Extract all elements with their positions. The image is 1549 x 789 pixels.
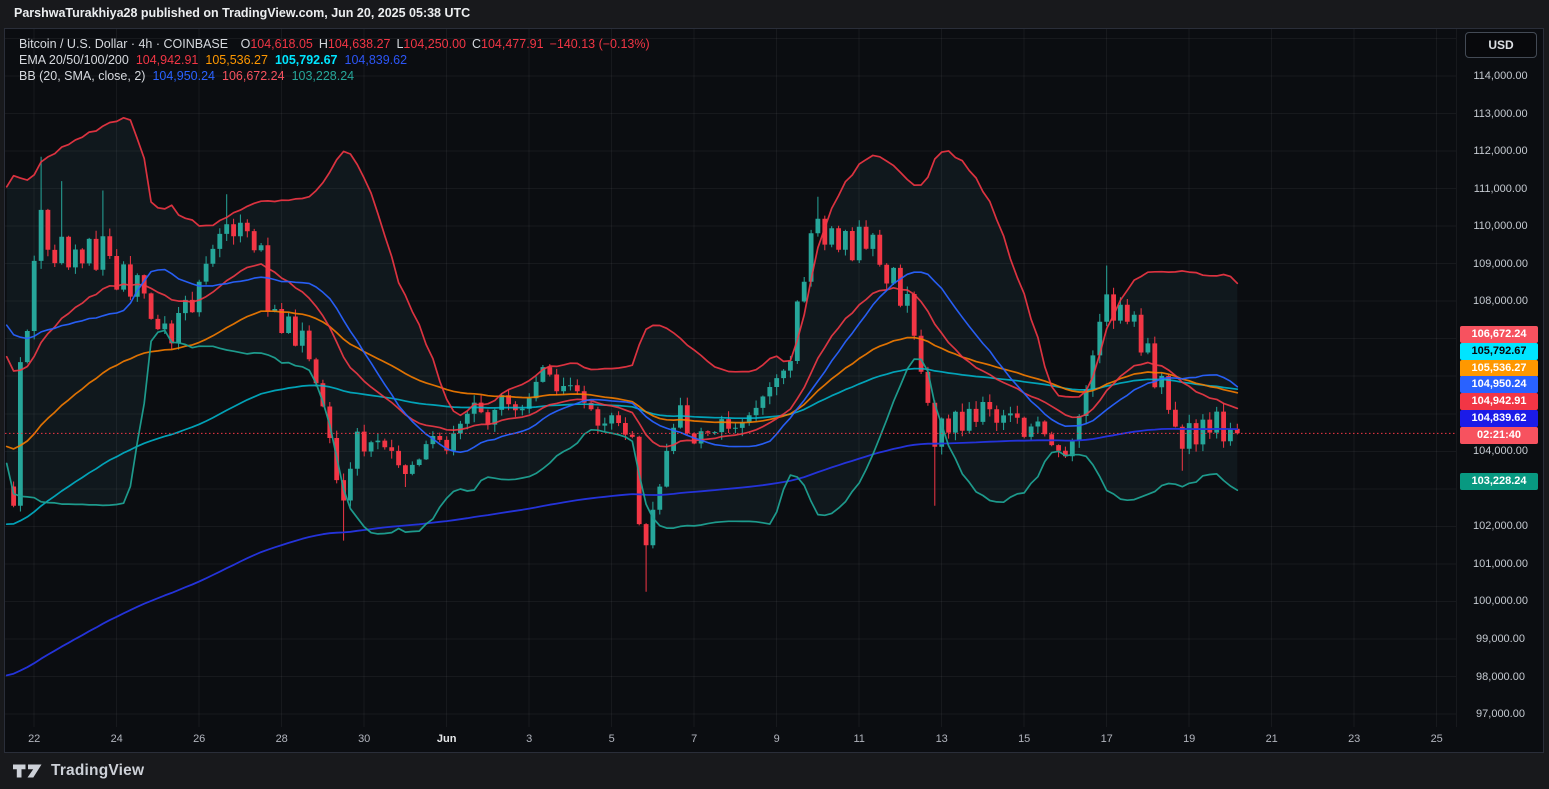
snapshot-header: ParshwaTurakhiya28 published on TradingV… <box>0 0 1549 28</box>
time-scale[interactable]: 22 24 26 28 30 Jun 3 5 7 9 11 13 15 17 19 21 23 25 <box>5 727 1456 752</box>
price-scale[interactable]: USD 114,000.00 113,000.00 112,000.00 111,00… <box>1456 29 1544 727</box>
ema-legend-value: 105,536.27 <box>205 53 268 67</box>
time-tick-label: 7 <box>672 733 716 745</box>
time-tick-label: Jun <box>425 733 469 745</box>
time-tick-label: 19 <box>1167 733 1211 745</box>
price-tick-label: 98,000.00 <box>1457 670 1544 684</box>
tradingview-brand-text[interactable]: TradingView <box>51 762 144 780</box>
time-tick-label: 30 <box>342 733 386 745</box>
ema100-price-label: 105,792.67 <box>1460 343 1538 360</box>
price-tick-label: 99,000.00 <box>1457 632 1544 646</box>
ohlc-value: 104,638.27 <box>328 37 391 51</box>
ema-legend-label: EMA 20/50/100/200 <box>19 53 129 67</box>
price-tick-label: 113,000.00 <box>1457 107 1544 121</box>
bb-lower-price-label: 103,228.24 <box>1460 473 1538 490</box>
price-tick-label: 110,000.00 <box>1457 219 1544 233</box>
tradingview-logo-icon[interactable] <box>13 763 42 779</box>
chart-panel: Bitcoin / U.S. Dollar · 4h · COINBASE O1… <box>4 28 1544 753</box>
price-tick-label: 101,000.00 <box>1457 557 1544 571</box>
price-tick-label: 97,000.00 <box>1457 707 1544 721</box>
ema-legend-value: 105,792.67 <box>275 53 338 67</box>
ema20-price-label: 104,942.91 <box>1460 393 1538 410</box>
price-chart[interactable] <box>5 29 1456 727</box>
symbol-legend-row[interactable]: Bitcoin / U.S. Dollar · 4h · COINBASE O1… <box>19 36 650 52</box>
time-tick-label: 5 <box>590 733 634 745</box>
currency-toggle-button[interactable]: USD <box>1465 32 1537 58</box>
price-tick-label: 108,000.00 <box>1457 294 1544 308</box>
countdown-label: 02:21:40 <box>1460 427 1538 444</box>
time-tick-label: 21 <box>1250 733 1294 745</box>
bb-legend-label: BB (20, SMA, close, 2) <box>19 69 145 83</box>
chart-legend: Bitcoin / U.S. Dollar · 4h · COINBASE O1… <box>19 36 650 85</box>
ohlc-letter: C <box>472 37 481 51</box>
time-tick-label: 3 <box>507 733 551 745</box>
time-tick-label: 13 <box>920 733 964 745</box>
ema200-price-label: 104,839.62 <box>1460 410 1538 427</box>
ohlc-letter: O <box>241 37 251 51</box>
bb-legend-value: 106,672.24 <box>222 69 285 83</box>
price-tick-label: 111,000.00 <box>1457 182 1544 196</box>
bb-legend-value: 104,950.24 <box>152 69 215 83</box>
price-tick-label: 109,000.00 <box>1457 257 1544 271</box>
price-tick-label: 102,000.00 <box>1457 519 1544 533</box>
time-tick-label: 24 <box>95 733 139 745</box>
time-tick-label: 28 <box>260 733 304 745</box>
price-tick-label: 104,000.00 <box>1457 444 1544 458</box>
bb-upper-price-label: 106,672.24 <box>1460 326 1538 343</box>
ema-legend-value: 104,839.62 <box>345 53 408 67</box>
footer-bar: TradingView <box>0 753 1549 789</box>
time-tick-label: 17 <box>1085 733 1129 745</box>
time-tick-label: 9 <box>755 733 799 745</box>
ohlc-value: 104,250.00 <box>403 37 466 51</box>
time-tick-label: 15 <box>1002 733 1046 745</box>
attribution-text: ParshwaTurakhiya28 published on TradingV… <box>14 6 470 20</box>
bb-basis-price-label: 104,950.24 <box>1460 376 1538 393</box>
ema-legend-value: 104,942.91 <box>136 53 199 67</box>
price-tick-label: 100,000.00 <box>1457 594 1544 608</box>
symbol-title: Bitcoin / U.S. Dollar · 4h · COINBASE <box>19 37 228 51</box>
price-tick-label: 112,000.00 <box>1457 144 1544 158</box>
ohlc-value: 104,618.05 <box>250 37 313 51</box>
time-tick-label: 25 <box>1415 733 1459 745</box>
time-tick-label: 26 <box>177 733 221 745</box>
bb-legend-value: 103,228.24 <box>292 69 355 83</box>
change-value: −140.13 (−0.13%) <box>550 37 650 51</box>
ohlc-value: 104,477.91 <box>481 37 544 51</box>
ohlc-letter: H <box>319 37 328 51</box>
bb-legend-row[interactable]: BB (20, SMA, close, 2) 104,950.24 106,672.… <box>19 68 650 84</box>
time-tick-label: 11 <box>837 733 881 745</box>
ema50-price-label: 105,536.27 <box>1460 360 1538 377</box>
time-tick-label: 22 <box>12 733 56 745</box>
ema-legend-row[interactable]: EMA 20/50/100/200 104,942.91 105,536.27 105… <box>19 52 650 68</box>
time-tick-label: 23 <box>1332 733 1376 745</box>
price-tick-label: 114,000.00 <box>1457 69 1544 83</box>
